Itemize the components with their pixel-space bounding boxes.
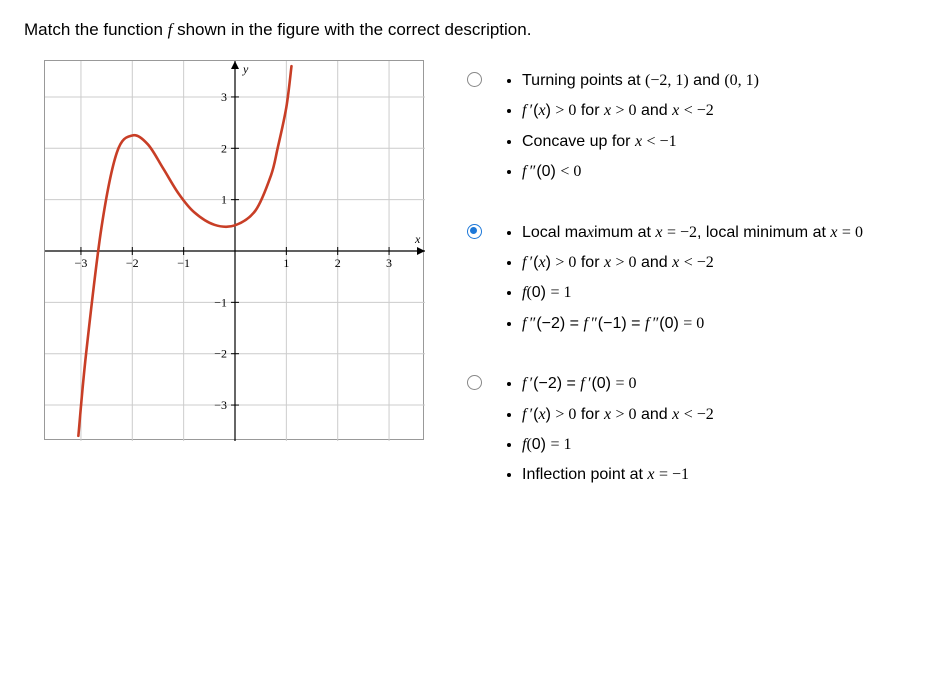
- svg-text:3: 3: [386, 256, 392, 270]
- option-item: Inflection point at x = −1: [522, 464, 714, 486]
- option-text: Turning points at (−2, 1) and (0, 1): [522, 72, 759, 89]
- svg-text:−2: −2: [126, 256, 139, 270]
- svg-text:x: x: [414, 232, 421, 246]
- option-bullets: Turning points at (−2, 1) and (0, 1) f ′(…: [504, 70, 759, 192]
- answer-options: Turning points at (−2, 1) and (0, 1) f ′(…: [464, 60, 906, 525]
- radio-holder: [464, 373, 484, 495]
- option-2: f ′(−2) = f ′(0) = 0 f ′(x) > 0 for x > 0…: [464, 373, 906, 495]
- figure-container: −3 −2 −1 1 2 3 −3 −2 −1 1 2 3 x y: [24, 60, 424, 440]
- option-radio-1[interactable]: [467, 224, 482, 239]
- option-item: f ′(x) > 0 for x > 0 and x < −2: [522, 252, 863, 274]
- svg-text:−3: −3: [75, 256, 88, 270]
- function-graph: −3 −2 −1 1 2 3 −3 −2 −1 1 2 3 x y: [44, 60, 424, 440]
- svg-text:−2: −2: [214, 347, 227, 361]
- option-text: f ″(−2) = f ″(−1) = f ″(0) = 0: [522, 315, 704, 332]
- option-text: f ″(0) < 0: [522, 163, 581, 180]
- option-text: f ′(x) > 0 for x > 0 and x < −2: [522, 406, 714, 423]
- svg-text:1: 1: [221, 193, 227, 207]
- option-text: f ′(x) > 0 for x > 0 and x < −2: [522, 254, 714, 271]
- option-item: f(0) = 1: [522, 434, 714, 456]
- option-text: f ′(−2) = f ′(0) = 0: [522, 375, 636, 392]
- radio-holder: [464, 70, 484, 192]
- option-text: Local maximum at x = −2, local minimum a…: [522, 224, 863, 241]
- svg-text:3: 3: [221, 90, 227, 104]
- option-item: f ″(0) < 0: [522, 161, 759, 183]
- radio-holder: [464, 222, 484, 344]
- option-text: f(0) = 1: [522, 436, 571, 453]
- svg-text:−1: −1: [177, 256, 190, 270]
- option-1: Local maximum at x = −2, local minimum a…: [464, 222, 906, 344]
- option-text: f ′(x) > 0 for x > 0 and x < −2: [522, 102, 714, 119]
- option-0: Turning points at (−2, 1) and (0, 1) f ′(…: [464, 70, 906, 192]
- prompt-before: Match the function: [24, 20, 168, 39]
- question-prompt: Match the function f shown in the figure…: [24, 20, 906, 40]
- option-item: Local maximum at x = −2, local minimum a…: [522, 222, 863, 244]
- option-radio-0[interactable]: [467, 72, 482, 87]
- svg-text:1: 1: [283, 256, 289, 270]
- svg-text:−3: −3: [214, 398, 227, 412]
- option-item: Turning points at (−2, 1) and (0, 1): [522, 70, 759, 92]
- option-item: f ′(x) > 0 for x > 0 and x < −2: [522, 100, 759, 122]
- option-item: f ″(−2) = f ″(−1) = f ″(0) = 0: [522, 313, 863, 335]
- svg-text:2: 2: [335, 256, 341, 270]
- option-bullets: f ′(−2) = f ′(0) = 0 f ′(x) > 0 for x > 0…: [504, 373, 714, 495]
- option-item: Concave up for x < −1: [522, 131, 759, 153]
- option-bullets: Local maximum at x = −2, local minimum a…: [504, 222, 863, 344]
- option-text: f(0) = 1: [522, 284, 571, 301]
- svg-text:2: 2: [221, 141, 227, 155]
- option-item: f ′(−2) = f ′(0) = 0: [522, 373, 714, 395]
- option-item: f ′(x) > 0 for x > 0 and x < −2: [522, 404, 714, 426]
- option-item: f(0) = 1: [522, 282, 863, 304]
- svg-text:−1: −1: [214, 295, 227, 309]
- option-text: Inflection point at x = −1: [522, 466, 689, 483]
- prompt-after: shown in the figure with the correct des…: [172, 20, 531, 39]
- option-radio-2[interactable]: [467, 375, 482, 390]
- option-text: Concave up for x < −1: [522, 133, 677, 150]
- svg-text:y: y: [242, 62, 249, 76]
